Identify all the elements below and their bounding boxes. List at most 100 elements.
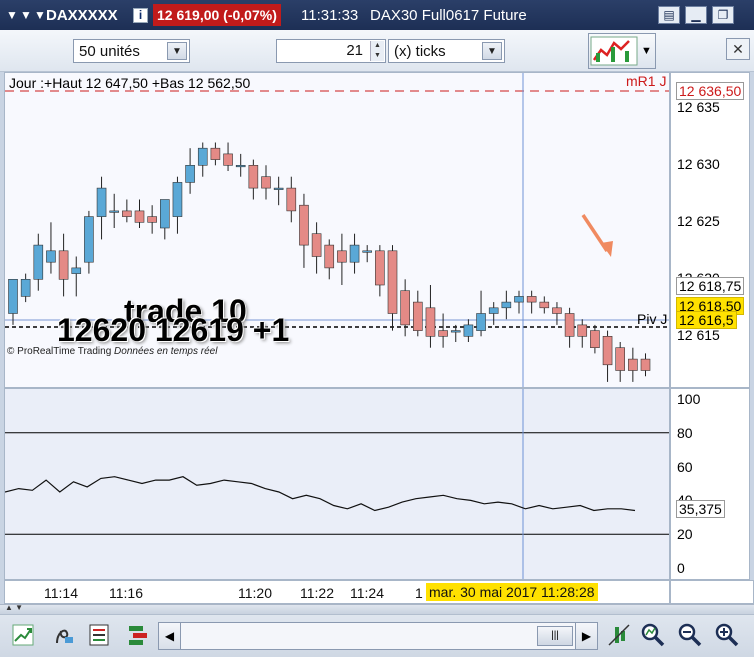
chart-toolbar: 50 unités ▼ 21 ▲ ▼ (x) ticks ▼ ▼ [0,30,754,72]
candle-body [425,307,436,337]
price-tick-label: 12 625 [677,213,720,229]
layout-icon[interactable]: ▤ [658,6,680,24]
chevron-down-icon[interactable]: ▼ [482,42,502,60]
oscillator-line [5,476,636,512]
candle-body [122,210,132,217]
instrument-name[interactable]: DAXXXXX [46,0,118,30]
candle-body [134,210,145,223]
chart-style-icon [590,36,638,66]
oscillator-tick-label: 60 [677,458,693,475]
candle-body [8,279,18,314]
oscillator-value-tag: 35,375 [676,500,725,518]
time-label: 1 [415,585,423,601]
expand-icon[interactable] [606,622,632,648]
close-icon[interactable]: ✕ [726,38,750,60]
candle-body [286,187,297,212]
candle-body [450,330,461,333]
candle-body [539,301,550,309]
candle-body [488,307,499,314]
scrollbar-thumb[interactable]: ||| [537,626,573,646]
horizontal-scrollbar[interactable]: ◀ ||| ▶ [158,622,598,650]
window-title: DAX30 Full0617 Future [370,6,527,24]
ticks-unit-select[interactable]: (x) ticks ▼ [388,39,505,63]
oscillator-chart[interactable] [5,389,670,580]
zoom-out-icon[interactable] [677,622,703,648]
candle-body [438,330,448,337]
candle-body [375,250,385,286]
oscillator-tick-label: 80 [677,424,693,441]
title-bar: ▼ ▼ ▼ DAXXXXX i 12 619,00 (-0,07%) 11:31… [0,0,754,30]
candle-body [84,216,94,263]
candle-body [197,147,208,166]
dropdown-icon[interactable]: ▼ [6,0,18,30]
price-tag: 12 616,5 [676,311,737,329]
chevron-down-icon[interactable]: ▼ [641,45,652,57]
time-axis[interactable]: 11:14 11:16 11:20 11:22 11:24 1 mar. 30 … [4,580,670,604]
oscillator-pane[interactable] [4,388,670,580]
candle-body [172,182,183,217]
dropdown-icon[interactable]: ▼ [20,0,32,30]
ticks-count-value: 21 [346,42,363,59]
candle-body [640,358,651,371]
ticks-unit-value: (x) ticks [394,42,446,60]
candle-body [349,244,360,263]
candle-body [248,165,259,189]
time-label: 11:22 [300,585,334,601]
axis-corner [670,580,754,604]
candle-body [20,279,31,297]
r1-level-label: mR1 J [626,73,667,89]
price-tag: 12 618,75 [676,277,745,295]
zoom-in-icon[interactable] [714,622,740,648]
scroll-left-icon[interactable]: ◀ [159,623,181,649]
price-tick-label: 12 630 [677,156,720,172]
trade-annotation-values: 12620 12619 +1 [57,312,290,348]
splitter-bar[interactable]: ▲ ▼ [0,603,754,615]
candle-body [628,358,638,371]
scroll-right-icon[interactable]: ▶ [575,623,597,649]
candle-body [46,250,56,263]
bottom-toolbar: ▲ ▼ ◀ ||| ▶ [0,603,754,657]
candle-body [514,296,524,303]
price-axis[interactable]: 12 63512 63012 62512 62012 61512 636,501… [670,72,750,388]
candle-body [400,290,410,326]
time-label: 11:20 [238,585,272,601]
candle-body [299,204,309,246]
oscillator-tick-label: 20 [677,526,693,543]
candle-body [58,250,69,280]
oscillator-axis[interactable]: 10080604020035,375 [670,388,750,580]
price-tick-label: 12 615 [677,327,720,343]
object-list-icon[interactable] [124,622,150,648]
candle-body [147,216,157,223]
chart-type-icon[interactable] [10,622,36,648]
spinner-icon[interactable]: ▲ ▼ [370,41,384,61]
candle-body [501,301,512,309]
oscillator-tick-label: 0 [677,560,685,576]
candle-body [526,296,537,303]
pivot-level-label: Piv J [637,311,668,327]
candle-body [577,324,588,337]
price-change-badge: 12 619,00 (-0,07%) [153,4,281,26]
info-icon[interactable]: i [133,0,148,30]
draw-tool-icon[interactable] [50,622,76,648]
candle-body [33,244,44,280]
candle-body [261,176,271,189]
time-label: 11:24 [350,585,384,601]
clock-time: 11:31:33 [301,6,359,24]
price-tag: 12 636,50 [676,82,745,100]
day-high-low-header: Jour :+Haut 12 647,50 +Bas 12 562,50 [9,75,251,91]
minimize-icon[interactable]: ▁ [685,6,707,24]
candle-body [615,347,626,371]
cursor-time-label: mar. 30 mai 2017 11:28:28 [426,583,598,601]
candle-body [223,153,233,166]
candle-body [552,307,562,314]
candle-body [324,244,335,269]
restore-icon[interactable]: ❐ [712,6,734,24]
chevron-down-icon[interactable]: ▼ [167,42,187,60]
units-select[interactable]: 50 unités ▼ [73,39,190,63]
candle-body [362,250,373,253]
indicator-list-icon[interactable] [86,622,112,648]
dropdown-icon[interactable]: ▼ [34,0,46,30]
chart-type-button[interactable]: ▼ [588,33,656,69]
ticks-count-input[interactable]: 21 ▲ ▼ [276,39,386,63]
zoom-fit-icon[interactable] [640,622,666,648]
